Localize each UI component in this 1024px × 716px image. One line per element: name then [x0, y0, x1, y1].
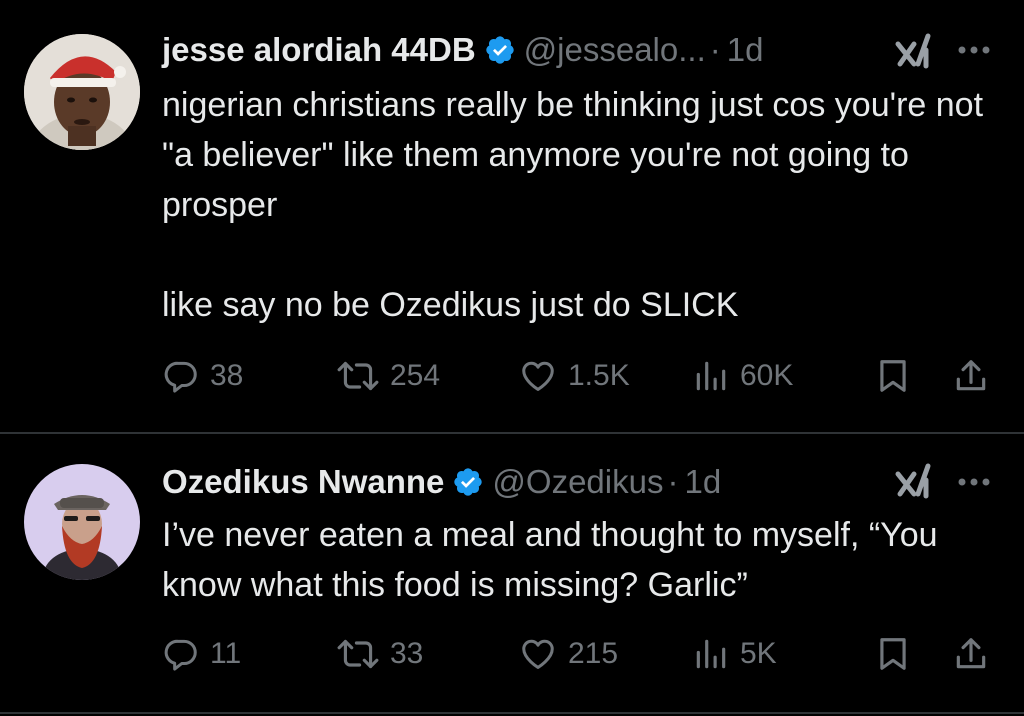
verified-badge-icon	[484, 34, 516, 66]
heart-icon	[518, 357, 558, 395]
heart-icon	[518, 635, 558, 673]
reply-button[interactable]: 38	[162, 354, 243, 398]
avatar[interactable]	[24, 464, 140, 580]
tweet-text-paragraph: I’ve never eaten a meal and thought to m…	[162, 516, 948, 604]
more-icon[interactable]	[954, 38, 994, 62]
like-button[interactable]: 215	[518, 632, 618, 676]
verified-badge-icon	[452, 466, 484, 498]
views-button[interactable]: 60K	[692, 354, 793, 398]
grok-icon[interactable]	[892, 30, 936, 74]
tweet-actions: 38 254 1.5K 60K	[162, 354, 998, 398]
reply-icon	[162, 357, 200, 395]
reply-count: 11	[210, 637, 242, 670]
timestamp[interactable]: 1d	[684, 463, 721, 501]
repost-icon	[336, 357, 380, 395]
handle[interactable]: @jessealo...	[524, 31, 706, 69]
tweet-text-paragraph: nigerian christians really be thinking j…	[162, 86, 993, 224]
timestamp[interactable]: 1d	[727, 31, 764, 69]
tweet[interactable]: jesse alordiah 44DB @jessealo... · 1d ni…	[0, 0, 1024, 432]
divider	[0, 712, 1024, 714]
share-button[interactable]	[952, 632, 990, 676]
repost-count: 254	[390, 359, 441, 392]
tweet-text-paragraph: like say no be Ozedikus just do SLICK	[162, 286, 739, 324]
repost-button[interactable]: 33	[336, 632, 423, 676]
like-button[interactable]: 1.5K	[518, 354, 630, 398]
bookmark-icon	[874, 635, 912, 673]
share-icon	[952, 635, 990, 673]
handle[interactable]: @Ozedikus	[492, 463, 663, 501]
display-name[interactable]: jesse alordiah 44DB	[162, 31, 476, 69]
views-count: 60K	[740, 359, 794, 392]
share-button[interactable]	[952, 354, 990, 398]
tweet-header: jesse alordiah 44DB @jessealo... · 1d	[162, 28, 763, 72]
reply-count: 38	[210, 359, 244, 392]
views-icon	[692, 635, 730, 673]
tweet-text: nigerian christians really be thinking j…	[162, 80, 998, 330]
like-count: 1.5K	[568, 359, 630, 392]
display-name[interactable]: Ozedikus Nwanne	[162, 463, 444, 501]
reply-icon	[162, 635, 200, 673]
share-icon	[952, 357, 990, 395]
reply-button[interactable]: 11	[162, 632, 241, 676]
bookmark-button[interactable]	[874, 354, 912, 398]
separator-dot: ·	[709, 31, 721, 68]
bookmark-button[interactable]	[874, 632, 912, 676]
tweet-header: Ozedikus Nwanne @Ozedikus · 1d	[162, 460, 721, 504]
separator-dot: ·	[667, 463, 679, 500]
repost-icon	[336, 635, 380, 673]
like-count: 215	[568, 637, 619, 670]
repost-button[interactable]: 254	[336, 354, 440, 398]
avatar[interactable]	[24, 34, 140, 150]
tweet-text: I’ve never eaten a meal and thought to m…	[162, 510, 998, 610]
tweet[interactable]: Ozedikus Nwanne @Ozedikus · 1d I’ve neve…	[0, 434, 1024, 716]
views-icon	[692, 357, 730, 395]
grok-icon[interactable]	[892, 460, 936, 504]
more-icon[interactable]	[954, 470, 994, 494]
bookmark-icon	[874, 357, 912, 395]
views-button[interactable]: 5K	[692, 632, 777, 676]
views-count: 5K	[740, 637, 777, 670]
repost-count: 33	[390, 637, 424, 670]
tweet-actions: 11 33 215 5K	[162, 632, 998, 676]
